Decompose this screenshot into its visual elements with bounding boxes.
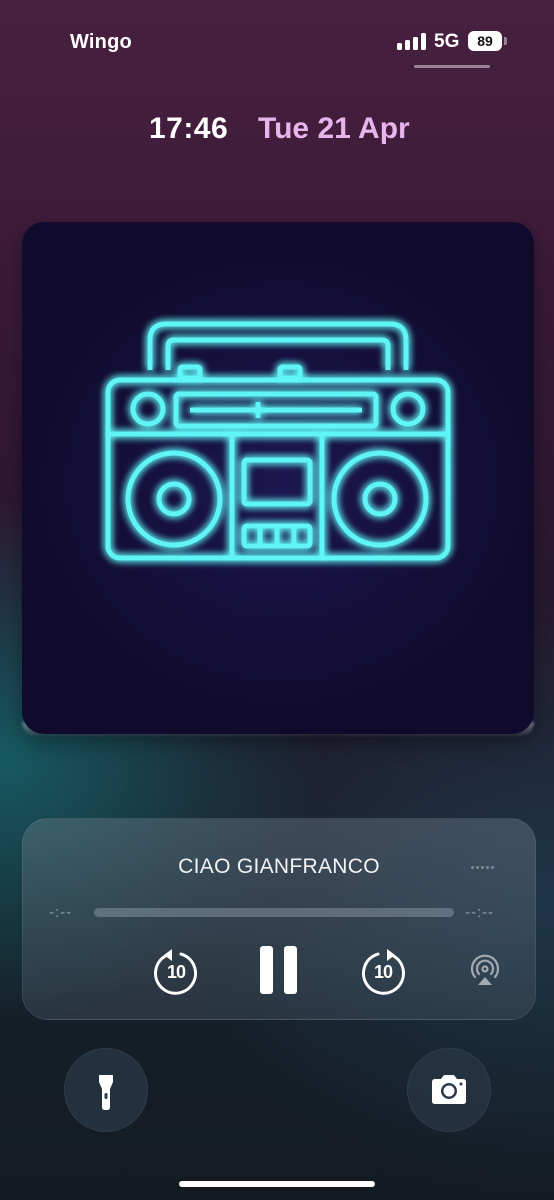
lock-time: 17:46 xyxy=(149,112,229,145)
lock-clock: 17:46 Tue 21 Apr xyxy=(0,112,554,152)
pause-icon-right xyxy=(284,946,297,994)
neon-boombox-icon xyxy=(65,321,491,608)
flashlight-button[interactable] xyxy=(64,1048,148,1132)
skip-back-button[interactable]: 10 xyxy=(152,948,200,996)
song-title[interactable]: CIAO GIANFRANCO xyxy=(23,855,535,879)
now-playing-panel: CIAO GIANFRANCO -:-- --:-- 10 10 xyxy=(22,818,536,1020)
control-center-indicator[interactable] xyxy=(414,65,490,68)
remaining-time: --:-- xyxy=(465,904,495,921)
camera-icon xyxy=(432,1075,466,1104)
skip-forward-label: 10 xyxy=(373,962,393,982)
pause-icon-left xyxy=(260,946,273,994)
home-indicator[interactable] xyxy=(179,1181,375,1187)
more-dots-icon[interactable] xyxy=(471,856,501,869)
battery-icon: 89 xyxy=(468,31,502,51)
status-bar: Wingo 5G 89 xyxy=(0,0,554,80)
album-artwork[interactable] xyxy=(22,222,534,734)
signal-strength-icon xyxy=(397,33,427,50)
airplay-icon xyxy=(470,954,500,985)
flashlight-icon xyxy=(99,1075,113,1110)
progress-scrubber[interactable] xyxy=(94,908,454,917)
skip-back-label: 10 xyxy=(166,962,186,982)
camera-button[interactable] xyxy=(407,1048,491,1132)
battery-cap xyxy=(504,37,507,45)
lock-date: Tue 21 Apr xyxy=(258,112,410,145)
carrier-name: Wingo xyxy=(70,31,132,53)
elapsed-time: -:-- xyxy=(49,904,73,921)
skip-forward-button[interactable]: 10 xyxy=(359,948,407,996)
network-type: 5G xyxy=(434,31,460,52)
pause-button[interactable] xyxy=(260,946,298,994)
airplay-button[interactable] xyxy=(467,953,503,989)
